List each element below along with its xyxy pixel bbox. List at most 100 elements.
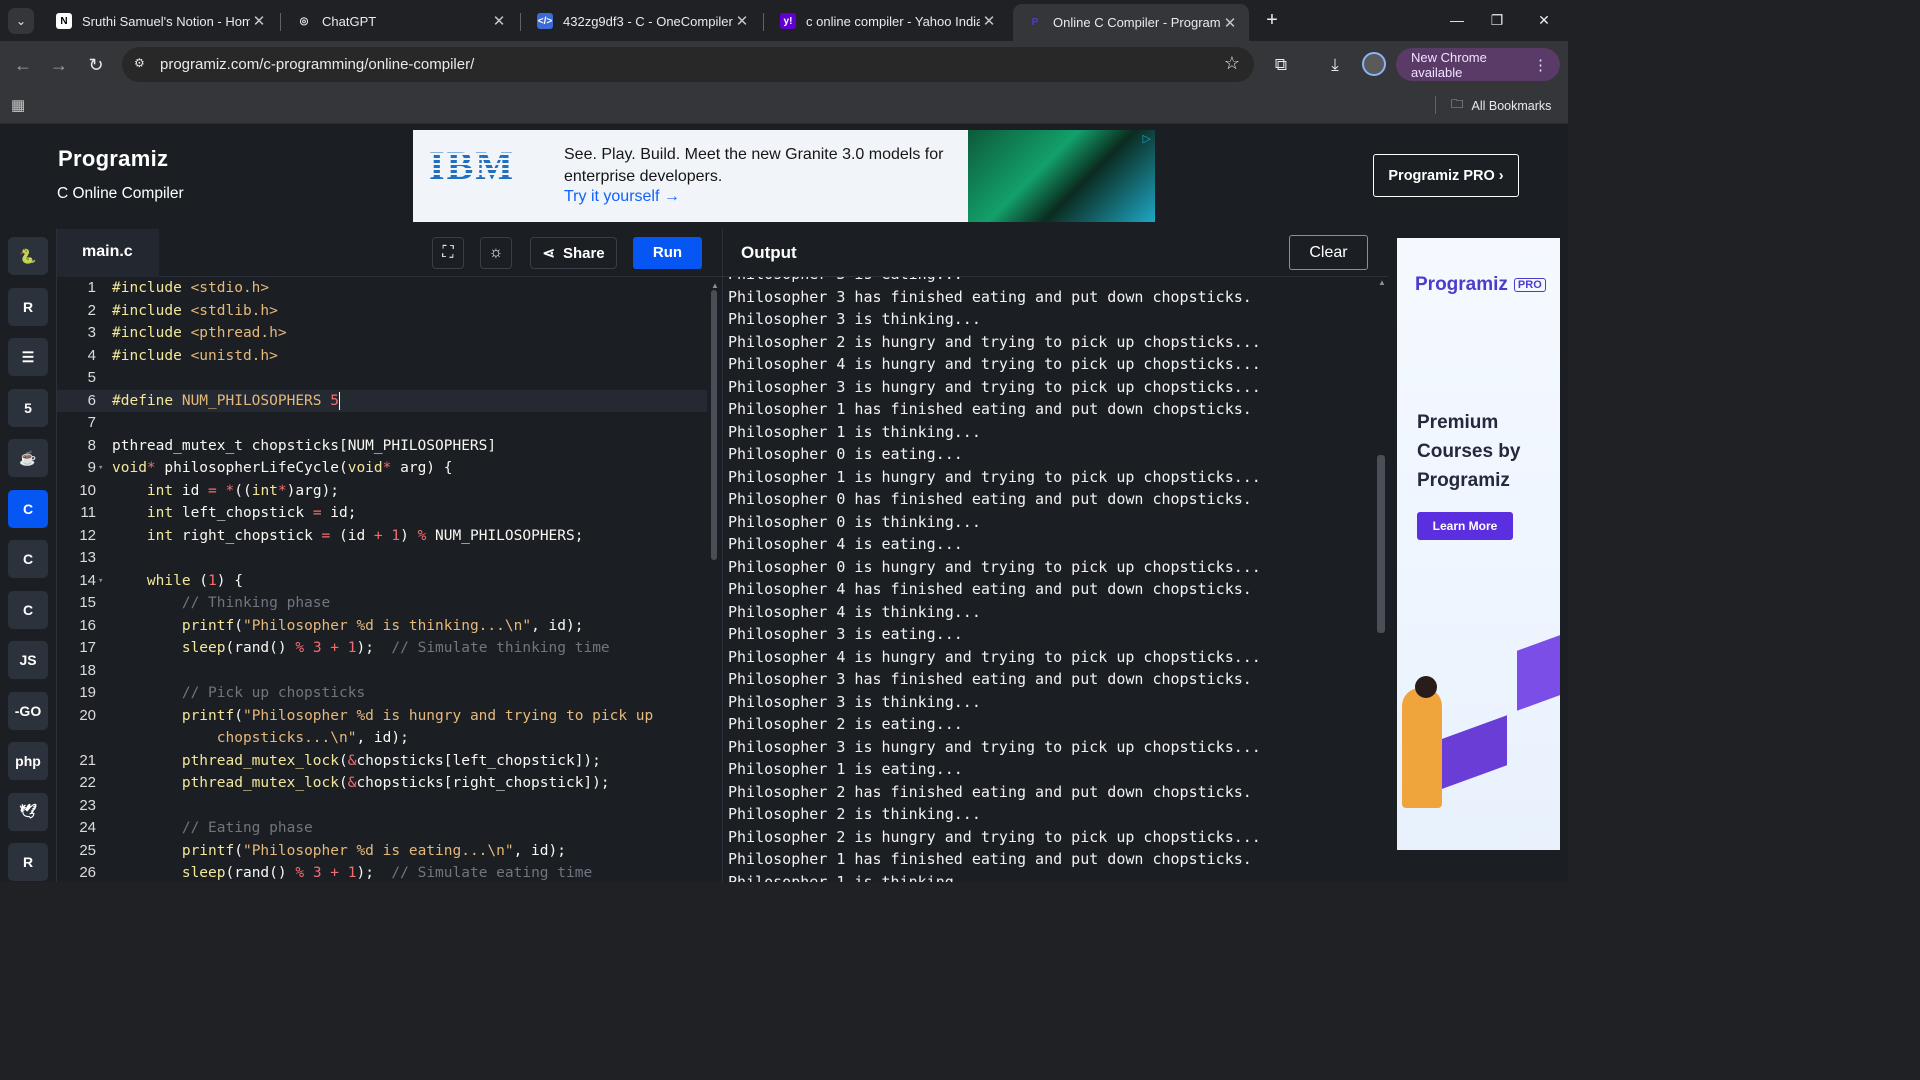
code-line[interactable]: 8 pthread_mutex_t chopsticks[NUM_PHILOSOP… bbox=[57, 435, 707, 458]
code-line[interactable]: 16 printf("Philosopher %d is thinking...… bbox=[57, 615, 707, 638]
language-button[interactable]: 5 bbox=[8, 388, 48, 427]
php-icon: php bbox=[15, 753, 41, 769]
apps-grid-icon[interactable]: ▦ bbox=[11, 96, 29, 114]
file-tab[interactable]: main.c bbox=[57, 229, 159, 277]
programiz-logo[interactable]: Programiz bbox=[58, 146, 168, 172]
tab-close-icon[interactable]: ✕ bbox=[980, 12, 998, 30]
close-window-button[interactable]: ✕ bbox=[1524, 6, 1564, 34]
code-token: // Simulate eating time bbox=[391, 865, 593, 881]
tab-close-icon[interactable]: ✕ bbox=[250, 12, 268, 30]
code-line[interactable]: 14 ▾ while (1) { bbox=[57, 570, 707, 593]
code-line[interactable]: 10 int id = *((int*)arg); bbox=[57, 480, 707, 503]
language-button[interactable]: R bbox=[8, 287, 48, 326]
run-button[interactable]: Run bbox=[633, 237, 702, 269]
code-line[interactable]: 13 bbox=[57, 547, 707, 570]
new-chrome-available-button[interactable]: New Chrome available ⋮ bbox=[1396, 48, 1560, 81]
back-button[interactable]: ← bbox=[10, 52, 36, 78]
tab-close-icon[interactable]: ✕ bbox=[733, 12, 751, 30]
language-button[interactable]: ☰ bbox=[8, 338, 48, 376]
output-scrollbar[interactable] bbox=[1377, 455, 1385, 633]
code-token: pthread_mutex_lock bbox=[181, 775, 339, 791]
code-line[interactable]: 12 int right_chopstick = (id + 1) % NUM_… bbox=[57, 525, 707, 548]
fold-arrow-icon[interactable]: ▾ bbox=[98, 457, 103, 480]
browser-tab[interactable]: N Sruthi Samuel's Notion - Home ✕ bbox=[42, 6, 278, 36]
tab-close-icon[interactable]: ✕ bbox=[1221, 14, 1239, 32]
output-line: Philosopher 1 has finished eating and pu… bbox=[728, 850, 1252, 868]
language-button[interactable]: C bbox=[8, 540, 48, 578]
browser-tab[interactable]: </> 432zg9df3 - C - OneCompiler ✕ bbox=[523, 6, 761, 36]
code-line[interactable]: 24 // Eating phase bbox=[57, 817, 707, 840]
fold-arrow-icon[interactable]: ▾ bbox=[98, 570, 103, 593]
code-line[interactable]: 4 #include <unistd.h> bbox=[57, 345, 707, 368]
bookmark-star-icon[interactable]: ☆ bbox=[1224, 53, 1240, 74]
top-ad-banner[interactable]: IBM See. Play. Build. Meet the new Grani… bbox=[413, 130, 1155, 222]
language-button[interactable]: JS bbox=[8, 641, 48, 679]
code-line[interactable]: 3 #include <pthread.h> bbox=[57, 322, 707, 345]
code-text: #include <stdlib.h> bbox=[112, 300, 278, 323]
extensions-icon[interactable]: ⧉ bbox=[1269, 53, 1293, 77]
code-line[interactable]: 21 pthread_mutex_lock(&chopsticks[left_c… bbox=[57, 750, 707, 773]
code-line[interactable]: 26 sleep(rand() % 3 + 1); // Simulate ea… bbox=[57, 862, 707, 882]
go-icon: -GO bbox=[14, 702, 42, 719]
code-line[interactable]: 15 // Thinking phase bbox=[57, 592, 707, 615]
theme-toggle-button[interactable]: ☼ bbox=[480, 237, 512, 269]
download-icon[interactable]: ⤓ bbox=[1323, 53, 1347, 77]
editor-scrollbar[interactable] bbox=[711, 290, 717, 560]
code-line[interactable]: 5 bbox=[57, 367, 707, 390]
browser-tab[interactable]: ◎ ChatGPT ✕ bbox=[282, 6, 518, 36]
programiz-pro-ad[interactable]: Programiz PRO Premium Courses by Programi… bbox=[1397, 238, 1560, 850]
learn-more-button[interactable]: Learn More bbox=[1417, 512, 1513, 540]
share-button[interactable]: ⋖ Share bbox=[530, 237, 617, 269]
code-line[interactable]: 9 ▾ void* philosopherLifeCycle(void* arg) … bbox=[57, 457, 707, 480]
code-line[interactable]: 25 printf("Philosopher %d is eating...\n… bbox=[57, 840, 707, 863]
code-line[interactable]: 1 #include <stdio.h> bbox=[57, 277, 707, 300]
reload-button[interactable]: ↻ bbox=[83, 52, 109, 78]
editor-scroll-up-icon[interactable]: ▲ bbox=[711, 281, 719, 290]
code-line[interactable]: 20 printf("Philosopher %d is hungry and … bbox=[57, 705, 707, 728]
language-button[interactable]: C bbox=[8, 489, 48, 528]
code-token: % bbox=[295, 865, 305, 881]
profile-avatar[interactable] bbox=[1362, 52, 1386, 76]
code-line[interactable]: 19 // Pick up chopsticks bbox=[57, 682, 707, 705]
code-token: , id); bbox=[356, 730, 409, 746]
output-scroll-up-icon[interactable]: ▲ bbox=[1378, 278, 1386, 287]
code-line[interactable]: 23 bbox=[57, 795, 707, 818]
code-line[interactable]: 22 pthread_mutex_lock(&chopsticks[right_… bbox=[57, 772, 707, 795]
code-line[interactable]: 2 #include <stdlib.h> bbox=[57, 300, 707, 323]
ad-link[interactable]: Try it yourself → bbox=[564, 188, 680, 206]
ad-person-head-art bbox=[1415, 676, 1437, 698]
language-button[interactable]: php bbox=[8, 742, 48, 780]
code-line[interactable]: 18 bbox=[57, 660, 707, 683]
language-button[interactable]: -GO bbox=[8, 691, 48, 730]
code-editor[interactable]: 1 #include <stdio.h> 2 #include <stdlib.h> 3… bbox=[57, 277, 722, 882]
tab-search-button[interactable]: ⌄ bbox=[8, 8, 34, 34]
browser-tab[interactable]: y! c online compiler - Yahoo India ✕ bbox=[766, 6, 1008, 36]
code-line[interactable]: 17 sleep(rand() % 3 + 1); // Simulate th… bbox=[57, 637, 707, 660]
tab-close-icon[interactable]: ✕ bbox=[490, 12, 508, 30]
language-button[interactable]: C bbox=[8, 590, 48, 629]
url-text[interactable]: programiz.com/c-programming/online-compi… bbox=[160, 56, 474, 73]
code-token: , id); bbox=[531, 617, 584, 634]
language-button[interactable]: ☕ bbox=[8, 439, 48, 477]
browser-tab[interactable]: P Online C Compiler - Programiz ✕ bbox=[1013, 4, 1249, 41]
forward-button[interactable]: → bbox=[46, 52, 72, 78]
maximize-button[interactable]: ❐ bbox=[1477, 6, 1517, 34]
code-line[interactable]: 7 bbox=[57, 412, 707, 435]
address-bar[interactable]: ⚙ programiz.com/c-programming/online-com… bbox=[122, 47, 1254, 82]
all-bookmarks-button[interactable]: 🗀 All Bookmarks bbox=[1451, 95, 1551, 116]
code-line[interactable]: chopsticks...\n", id); bbox=[57, 727, 707, 750]
language-button[interactable]: R bbox=[8, 843, 48, 881]
minimize-button[interactable]: — bbox=[1437, 6, 1477, 34]
clear-button[interactable]: Clear bbox=[1289, 235, 1368, 270]
code-line[interactable]: 6 #define NUM_PHILOSOPHERS 5 bbox=[57, 389, 707, 412]
code-line[interactable]: 11 int left_chopstick = id; bbox=[57, 502, 707, 525]
ad-choices-icon[interactable]: ▷ bbox=[1143, 132, 1151, 145]
programiz-pro-button[interactable]: Programiz PRO › bbox=[1373, 154, 1519, 197]
fullscreen-button[interactable]: ⛶ bbox=[432, 237, 464, 269]
language-button[interactable]: 🕊 bbox=[8, 792, 48, 831]
language-button[interactable]: 🐍 bbox=[8, 237, 48, 275]
site-info-icon[interactable]: ⚙ bbox=[134, 56, 150, 72]
new-tab-button[interactable]: + bbox=[1260, 8, 1284, 32]
code-token: printf bbox=[181, 842, 235, 859]
